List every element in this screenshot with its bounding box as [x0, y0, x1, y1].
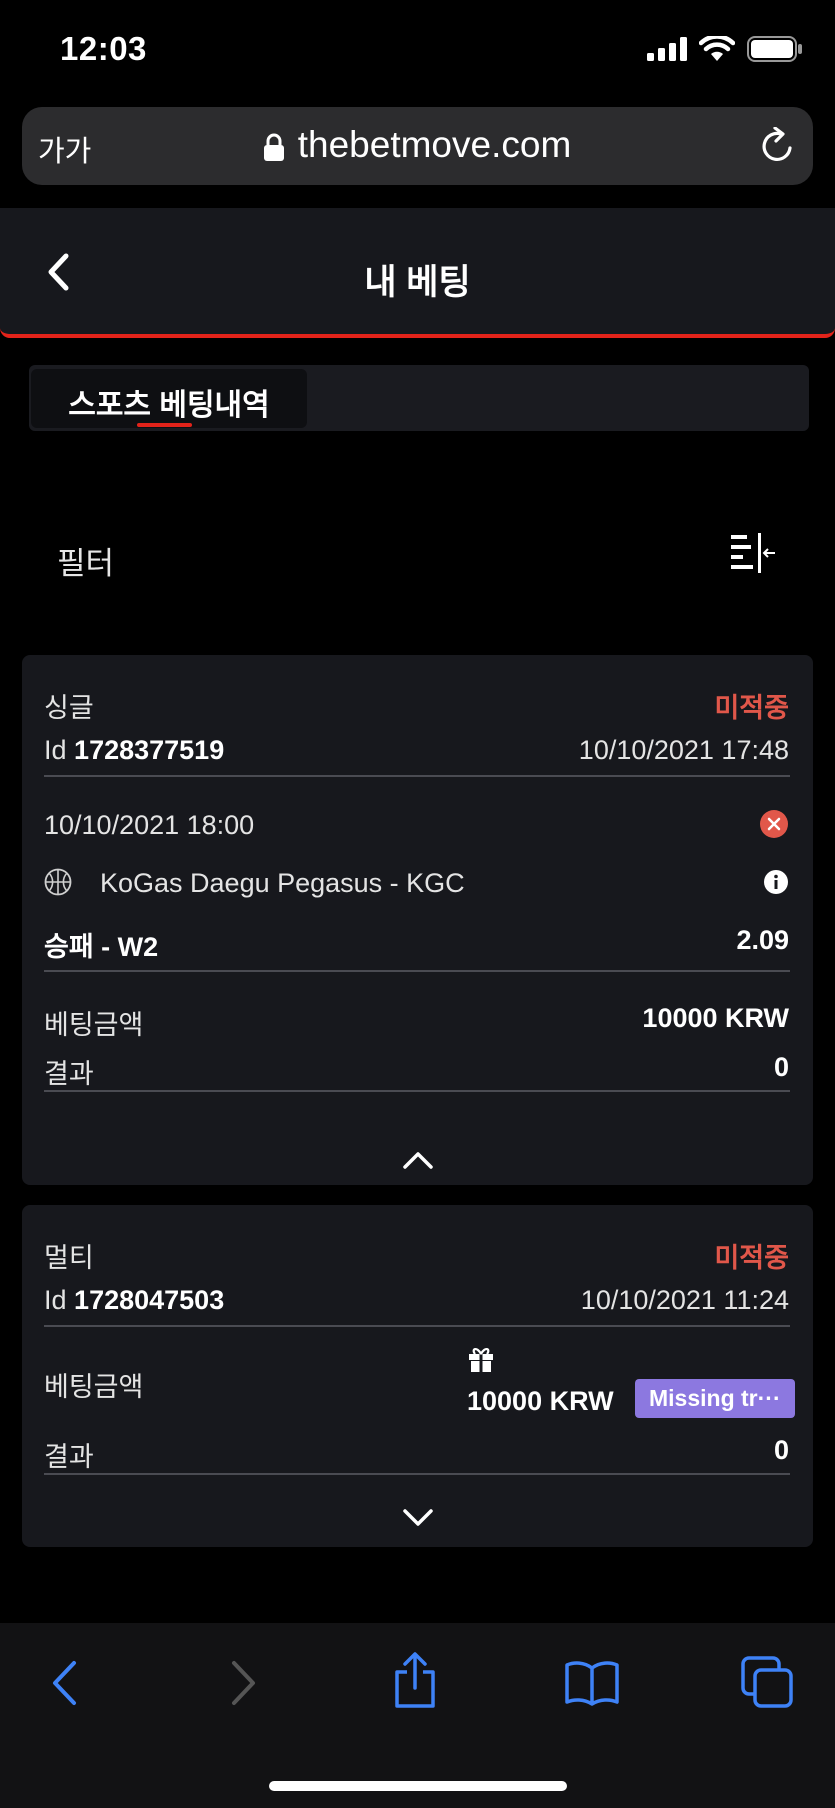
lock-icon	[263, 133, 284, 162]
info-icon[interactable]	[764, 870, 788, 894]
market-selection: 승패 - W2	[44, 932, 159, 962]
bet-id: Id 1728377519	[44, 735, 224, 766]
divider	[44, 1325, 790, 1327]
bet-id-prefix: Id	[44, 1285, 67, 1315]
filter-label[interactable]: 필터	[57, 538, 114, 583]
url-display[interactable]: thebetmove.com	[0, 124, 835, 166]
divider	[44, 970, 790, 972]
divider	[44, 1090, 790, 1092]
stake-amount: 10000 KRW	[642, 1003, 789, 1033]
page-title: 내 베팅	[364, 263, 471, 302]
result-value: 0	[773, 1435, 789, 1465]
status-icons	[647, 36, 803, 62]
stake-label: 베팅금액	[44, 1010, 144, 1040]
filter-panel-icon[interactable]	[731, 533, 777, 575]
bet-status: 미적중	[714, 693, 789, 723]
bet-id-prefix: Id	[44, 735, 67, 765]
bet-type: 싱글	[44, 693, 94, 723]
stake-amount: 10000 KRW	[467, 1386, 614, 1416]
divider	[44, 775, 790, 777]
bet-id-value: 1728047503	[74, 1285, 225, 1315]
expand-chevron-icon[interactable]	[402, 1508, 434, 1528]
match-name: KoGas Daegu Pegasus - KGC	[100, 868, 465, 898]
reload-icon[interactable]	[759, 127, 795, 165]
tabs-icon[interactable]	[741, 1656, 793, 1708]
cellular-signal-icon	[647, 37, 687, 61]
wifi-icon	[699, 36, 735, 61]
result-label: 결과	[44, 1442, 94, 1472]
tab-label: 스포츠 베팅내역	[68, 389, 270, 422]
browser-forward-icon[interactable]	[230, 1660, 258, 1706]
event-time: 10/10/2021 18:00	[44, 810, 255, 840]
bookmarks-icon[interactable]	[564, 1660, 620, 1706]
bet-id: Id 1728047503	[44, 1285, 224, 1316]
battery-icon	[747, 36, 802, 62]
share-icon[interactable]	[393, 1652, 437, 1708]
bet-status: 미적중	[714, 1243, 789, 1273]
home-indicator	[269, 1781, 567, 1791]
bet-placed-time: 10/10/2021 11:24	[580, 1285, 789, 1315]
remove-icon[interactable]	[760, 810, 788, 838]
basketball-icon	[44, 868, 72, 896]
bet-placed-time: 10/10/2021 17:48	[578, 735, 789, 765]
stake-label: 베팅금액	[44, 1372, 144, 1402]
result-label: 결과	[44, 1059, 94, 1089]
bet-id-value: 1728377519	[74, 735, 225, 765]
bet-type: 멀티	[44, 1243, 94, 1273]
divider	[44, 1473, 790, 1475]
result-value: 0	[773, 1052, 789, 1082]
url-text: thebetmove.com	[297, 124, 572, 165]
odds: 2.09	[736, 925, 789, 955]
status-time: 12:03	[60, 30, 147, 67]
bonus-badge[interactable]: Missing tr···	[635, 1379, 795, 1418]
gift-icon	[469, 1348, 493, 1372]
collapse-chevron-icon[interactable]	[402, 1150, 434, 1170]
browser-back-icon[interactable]	[50, 1660, 78, 1706]
tab-active-indicator	[137, 423, 192, 427]
